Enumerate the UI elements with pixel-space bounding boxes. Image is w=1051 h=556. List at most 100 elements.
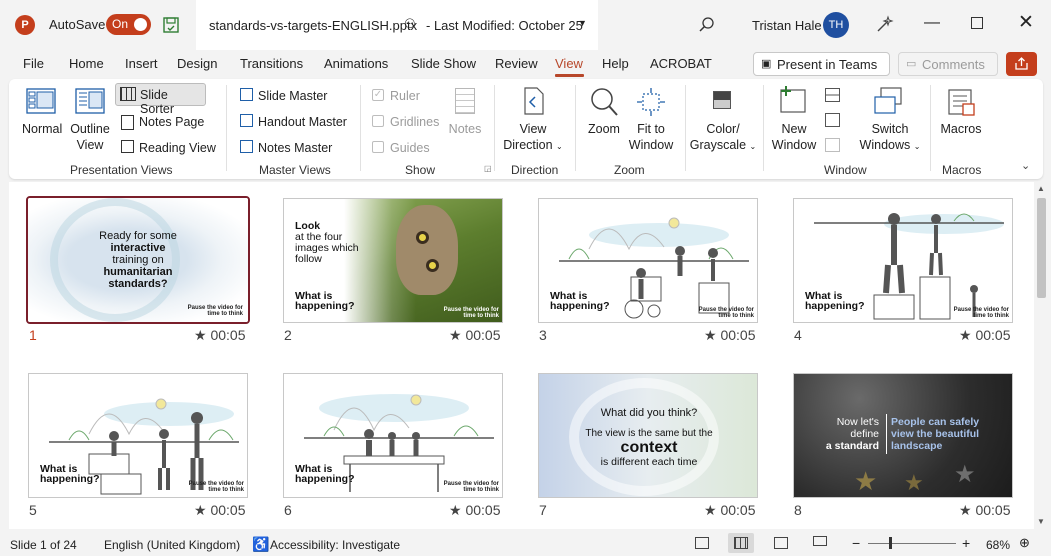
- tab-view[interactable]: View: [555, 56, 583, 71]
- autosave-toggle[interactable]: On: [106, 14, 151, 35]
- slide-thumbnail-1[interactable]: Ready for some interactive training on h…: [26, 196, 250, 324]
- slide-thumbnail-3[interactable]: What is happening? Pause the video for tim…: [538, 198, 758, 323]
- tab-insert[interactable]: Insert: [125, 56, 158, 71]
- pause-note: Pause the video for time to think: [443, 307, 499, 319]
- color-grayscale-icon[interactable]: [713, 91, 731, 109]
- maximize-icon[interactable]: [971, 17, 983, 29]
- slide-sorter-status-icon[interactable]: [728, 533, 754, 553]
- tab-transitions[interactable]: Transitions: [240, 56, 303, 71]
- save-icon[interactable]: [162, 16, 180, 34]
- reading-view-status-icon[interactable]: [774, 537, 788, 549]
- tab-review[interactable]: Review: [495, 56, 538, 71]
- scroll-up-arrow-icon[interactable]: ▲: [1037, 184, 1045, 193]
- slide-show-status-icon[interactable]: [813, 536, 827, 546]
- vertical-scrollbar[interactable]: ▲ ▼: [1034, 182, 1049, 529]
- slide-8-text-left: Now let's define a standard: [825, 416, 879, 452]
- what-is-happening: What is happening?: [295, 290, 355, 312]
- tab-home[interactable]: Home: [69, 56, 104, 71]
- new-window-button[interactable]: New Window: [769, 121, 819, 153]
- arrange-all-icon[interactable]: [825, 88, 840, 102]
- outline-view-icon[interactable]: [75, 88, 105, 114]
- show-dialog-launcher-icon[interactable]: ◲: [484, 164, 492, 173]
- slide-1-line: standards?: [108, 278, 168, 290]
- comment-icon: ▭: [906, 58, 917, 70]
- user-avatar[interactable]: TH: [823, 12, 849, 38]
- comments-button[interactable]: ▭ Comments: [898, 52, 998, 76]
- chevron-down-icon[interactable]: ▼: [578, 18, 587, 28]
- document-filename[interactable]: standards-vs-targets-ENGLISH.pptx: [209, 18, 417, 33]
- zoom-in-icon[interactable]: +: [962, 535, 970, 551]
- view-direction-button[interactable]: View Direction ⌄: [501, 121, 565, 155]
- tab-animations[interactable]: Animations: [324, 56, 388, 71]
- notes-page-icon[interactable]: [121, 115, 134, 130]
- slide-sorter-button[interactable]: Slide Sorter: [115, 83, 206, 116]
- handout-master-button[interactable]: Handout Master: [258, 115, 347, 129]
- outline-view-button[interactable]: Outline View: [67, 121, 113, 153]
- handout-master-icon[interactable]: [240, 114, 253, 127]
- zoom-out-icon[interactable]: −: [852, 535, 860, 551]
- tab-help[interactable]: Help: [602, 56, 629, 71]
- normal-view-icon[interactable]: [26, 88, 56, 114]
- normal-view-button[interactable]: Normal: [22, 121, 62, 137]
- notes-master-button[interactable]: Notes Master: [258, 141, 332, 155]
- designer-wand-icon[interactable]: [874, 15, 894, 35]
- switch-windows-button[interactable]: Switch Windows ⌄: [857, 121, 923, 155]
- fit-to-window-icon[interactable]: [636, 87, 666, 117]
- zoom-slider[interactable]: [868, 537, 956, 549]
- notes-master-icon[interactable]: [240, 140, 253, 153]
- reading-view-button[interactable]: Reading View: [139, 141, 216, 155]
- gridlines-checkbox[interactable]: [372, 115, 384, 127]
- transition-star-icon: ★: [704, 327, 717, 343]
- tab-acrobat[interactable]: ACROBAT: [650, 56, 712, 71]
- tab-file[interactable]: File: [23, 56, 44, 71]
- slide-thumbnail-6[interactable]: What is happening? Pause the video for tim…: [283, 373, 503, 498]
- user-name[interactable]: Tristan Hale: [752, 18, 822, 33]
- notes-button[interactable]: Notes: [447, 121, 483, 137]
- fit-to-window-button[interactable]: Fit to Window: [626, 121, 676, 153]
- color-grayscale-button[interactable]: Color/ Grayscale ⌄: [685, 121, 761, 155]
- ribbon-collapse-chevron-icon[interactable]: ⌄: [1021, 159, 1030, 172]
- guides-checkbox[interactable]: [372, 141, 384, 153]
- view-direction-icon[interactable]: [523, 87, 545, 115]
- macros-button[interactable]: Macros: [936, 121, 986, 137]
- scroll-thumb[interactable]: [1037, 198, 1046, 298]
- share-people-icon[interactable]: ⚇: [404, 16, 416, 32]
- zoom-icon[interactable]: [589, 87, 619, 117]
- minimize-icon[interactable]: —: [924, 14, 940, 32]
- switch-windows-icon[interactable]: [873, 86, 903, 116]
- accessibility-icon: ♿: [252, 536, 270, 552]
- macros-icon[interactable]: [946, 87, 976, 117]
- language-status[interactable]: English (United Kingdom): [104, 538, 240, 552]
- zoom-percentage[interactable]: 68%: [986, 538, 1010, 552]
- fit-slide-icon[interactable]: ⊕: [1019, 535, 1030, 551]
- accessibility-status[interactable]: Accessibility: Investigate: [270, 538, 400, 552]
- slide-thumbnail-8[interactable]: ★ ★ ★ Now let's define a standard People…: [793, 373, 1013, 498]
- slide-thumbnail-7[interactable]: What did you think? The view is the same…: [538, 373, 758, 498]
- cascade-icon[interactable]: [825, 113, 840, 127]
- zoom-button[interactable]: Zoom: [583, 121, 625, 137]
- slide-master-icon[interactable]: [240, 88, 253, 101]
- slide-master-button[interactable]: Slide Master: [258, 89, 327, 103]
- notes-page-button[interactable]: Notes Page: [139, 115, 204, 129]
- last-modified[interactable]: - Last Modified: October 25: [426, 18, 583, 33]
- color-grayscale-label-2: Grayscale ⌄: [689, 138, 757, 152]
- normal-view-status-icon[interactable]: [695, 537, 709, 549]
- tab-design[interactable]: Design: [177, 56, 217, 71]
- what-is-happening: What is happening?: [550, 290, 610, 312]
- slide-thumbnail-2[interactable]: Look at the four images which follow Wha…: [283, 198, 503, 323]
- transition-star-icon: ★: [704, 502, 717, 518]
- move-split-icon[interactable]: [825, 138, 840, 152]
- close-icon[interactable]: ✕: [1018, 11, 1034, 34]
- slide-thumbnail-5[interactable]: What is happening? Pause the video for tim…: [28, 373, 248, 498]
- slide-thumbnail-4[interactable]: What is happening? Pause the video for tim…: [793, 198, 1013, 323]
- search-icon[interactable]: [698, 16, 716, 34]
- reading-view-icon[interactable]: [121, 140, 134, 153]
- share-button[interactable]: [1006, 52, 1037, 76]
- ruler-checkbox[interactable]: ✓: [372, 89, 384, 101]
- tab-slide-show[interactable]: Slide Show: [411, 56, 476, 71]
- zoom-slider-thumb[interactable]: [889, 537, 892, 549]
- present-in-teams-button[interactable]: ▣ Present in Teams: [753, 52, 890, 76]
- scroll-down-arrow-icon[interactable]: ▼: [1037, 517, 1045, 526]
- new-window-icon[interactable]: [778, 85, 810, 115]
- notes-icon[interactable]: [455, 88, 475, 114]
